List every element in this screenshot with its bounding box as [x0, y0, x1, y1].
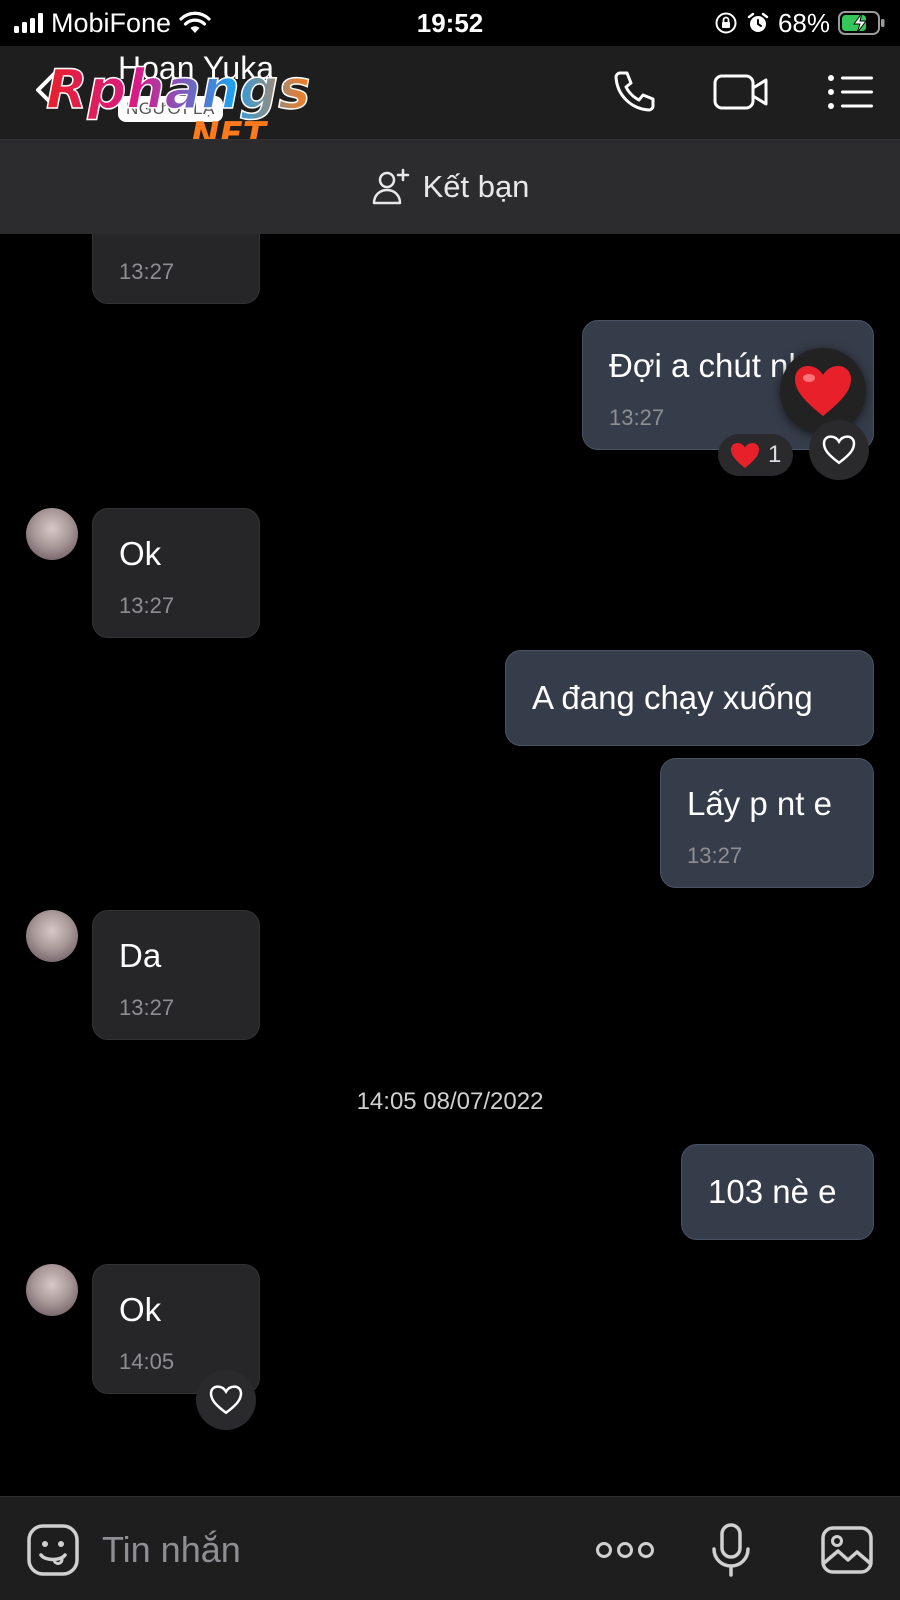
orientation-lock-icon [715, 12, 737, 34]
reaction-popup[interactable] [780, 348, 866, 434]
video-camera-icon [713, 74, 768, 110]
message-time: 13:27 [119, 995, 175, 1020]
battery-charging-icon [838, 11, 885, 35]
react-button[interactable] [196, 1370, 256, 1430]
message-text: Ok [119, 234, 161, 241]
microphone-icon [712, 1523, 750, 1577]
avatar[interactable] [26, 910, 78, 962]
message-bubble-outgoing[interactable]: 103 nè e [681, 1144, 874, 1240]
message-bubble-incoming[interactable]: Ok 13:27 [92, 234, 260, 304]
message-text: Da [119, 937, 162, 974]
message-time: 13:27 [119, 259, 175, 284]
add-friend-button[interactable]: Kết bạn [0, 139, 900, 234]
message-time: 13:27 [687, 843, 743, 868]
add-friend-label: Kết bạn [422, 169, 530, 204]
message-text: Lấy p nt e [687, 785, 832, 822]
video-call-button[interactable] [712, 64, 770, 120]
reaction-count: 1 [768, 441, 782, 468]
status-bar: MobiFone 19:52 68% [0, 0, 900, 46]
status-right: 68% [714, 8, 886, 38]
message-bubble-incoming[interactable]: Ok 13:27 [92, 508, 260, 638]
reaction-summary[interactable]: 1 [718, 434, 794, 476]
message-time: 13:27 [609, 405, 665, 430]
message-list[interactable]: Ok 13:27 Đợi a chút nhé 13:27 1 Ok 13:27… [0, 234, 900, 1496]
message-text: 103 nè e [708, 1173, 837, 1210]
battery-percent: 68% [777, 7, 830, 38]
message-time: 13:27 [119, 593, 175, 618]
heart-outline-icon [209, 1385, 243, 1415]
menu-button[interactable] [822, 64, 880, 120]
photo-button[interactable] [818, 1521, 876, 1579]
message-text: A đang chạy xuống [532, 679, 813, 716]
emoji-icon [27, 1524, 79, 1576]
heart-outline-icon [822, 435, 856, 465]
avatar[interactable] [26, 508, 78, 560]
date-separator: 14:05 08/07/2022 [356, 1088, 544, 1115]
avatar[interactable] [26, 1264, 78, 1316]
message-bubble-incoming[interactable]: Da 13:27 [92, 910, 260, 1040]
message-text: Ok [119, 535, 162, 572]
composer-bar [0, 1496, 900, 1600]
image-icon [821, 1526, 873, 1574]
phone-icon [614, 71, 655, 112]
more-options-button[interactable] [596, 1521, 654, 1579]
voice-record-button[interactable] [702, 1521, 760, 1579]
chat-header: Hoan Yuka NGƯỜI LẠ Rphangs .NET [0, 46, 900, 151]
react-button[interactable] [809, 420, 869, 480]
add-friend-icon [372, 168, 409, 205]
message-bubble-outgoing[interactable]: A đang chạy xuống [505, 650, 874, 746]
message-time: 14:05 [119, 1349, 175, 1374]
watermark-brand: Rphangs [46, 58, 310, 121]
alarm-icon [747, 12, 769, 32]
list-menu-icon [828, 75, 873, 109]
message-bubble-outgoing[interactable]: Lấy p nt e 13:27 [660, 758, 874, 888]
heart-icon [731, 442, 759, 468]
heart-icon [795, 366, 851, 416]
watermark-logo: Rphangs .NET [45, 57, 311, 151]
sticker-button[interactable] [24, 1521, 82, 1579]
more-dots-icon [596, 1542, 654, 1558]
message-text: Ok [119, 1291, 162, 1328]
message-input[interactable] [102, 1525, 542, 1575]
call-button[interactable] [604, 64, 662, 120]
